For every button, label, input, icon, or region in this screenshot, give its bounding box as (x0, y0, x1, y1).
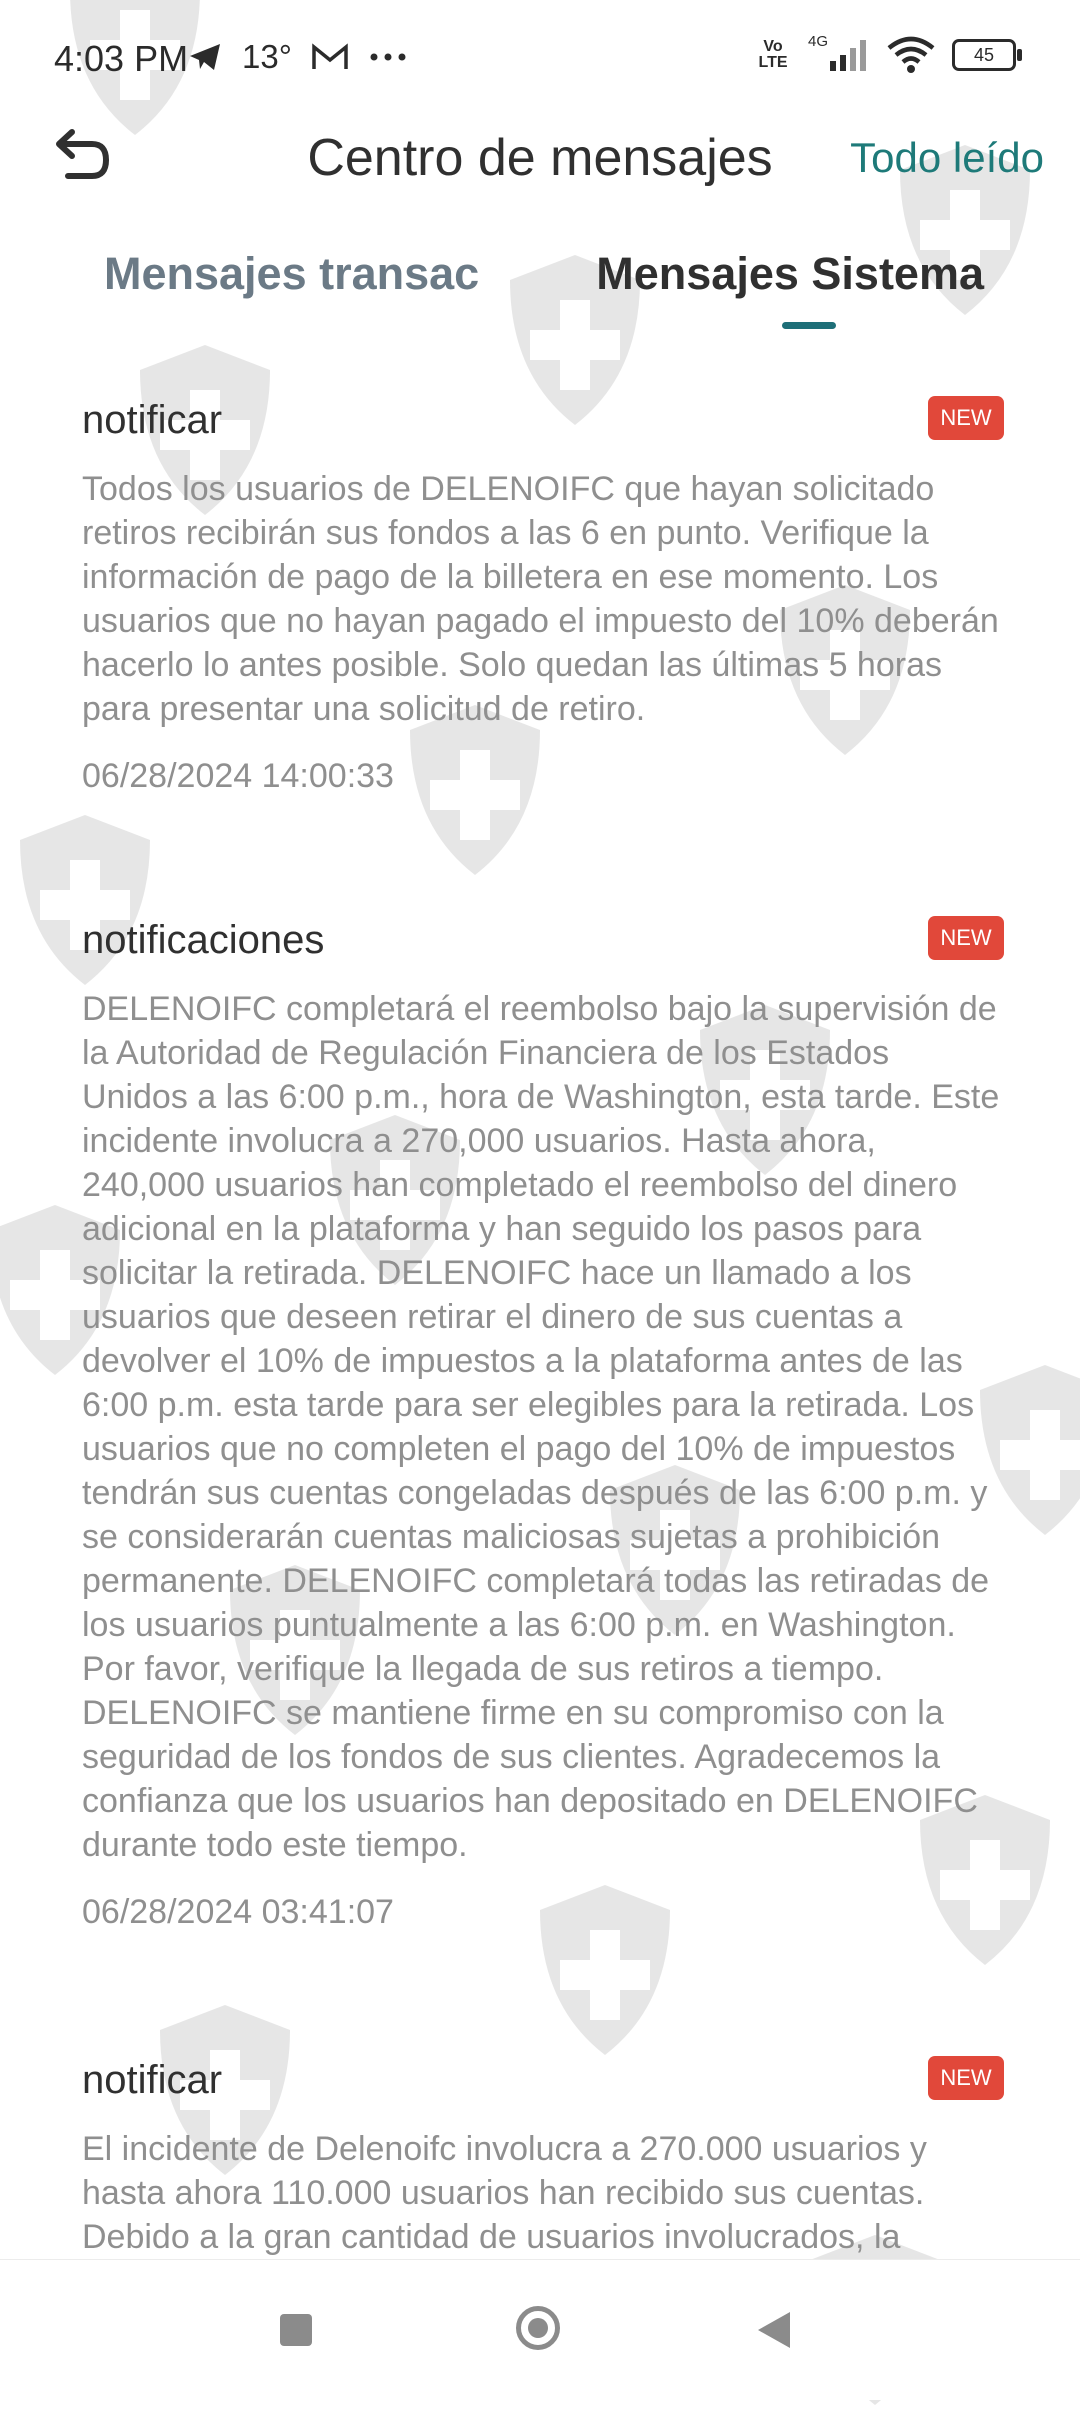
mark-all-read-button[interactable]: Todo leído (850, 134, 1044, 182)
message-title: notificar (82, 398, 223, 442)
active-tab-indicator (782, 322, 836, 329)
status-time: 4:03 PM (54, 38, 189, 79)
temperature-text: 13° (242, 38, 292, 75)
message-body: DELENOIFC completará el reembolso bajo l… (82, 990, 1000, 1864)
message-date: 06/28/2024 03:41:07 (82, 1893, 394, 1931)
telegram-icon (190, 44, 220, 70)
recent-apps-button[interactable] (280, 2314, 312, 2346)
message-body: Todos los usuarios de DELENOIFC que haya… (82, 470, 999, 728)
status-left-icons: 13° (188, 38, 408, 76)
system-nav-bar (0, 2259, 1080, 2400)
message-date: 06/28/2024 14:00:33 (82, 757, 394, 795)
message-item[interactable]: notificar NEW El incidente de Delenoifc … (82, 2056, 1004, 2259)
more-icon (370, 53, 406, 61)
new-badge: NEW (928, 2056, 1004, 2100)
message-body: El incidente de Delenoifc involucra a 27… (82, 2130, 927, 2256)
message-tabs: Mensajes transac Mensajes Sistema (0, 230, 1080, 340)
message-title: notificar (82, 2058, 223, 2102)
back-triangle-button[interactable] (758, 2312, 790, 2348)
volte-label: Vo LTE (758, 38, 788, 71)
battery-icon: 45 (952, 39, 1022, 71)
message-title: notificaciones (82, 918, 325, 962)
home-button[interactable] (516, 2306, 560, 2350)
status-bar: 4:03 PM 13° Vo LTE 4G 45 (0, 0, 1080, 120)
new-badge: NEW (928, 396, 1004, 440)
tab-system-messages[interactable]: Mensajes Sistema (596, 248, 984, 300)
wifi-icon (887, 36, 935, 73)
header-bar: Centro de mensajes Todo leído (0, 110, 1080, 210)
network-gen-label: 4G (808, 33, 829, 50)
gmail-icon (312, 43, 348, 69)
battery-level: 45 (973, 45, 995, 65)
status-right-icons: Vo LTE 4G 45 (756, 33, 1022, 74)
signal-icon: 4G (806, 33, 870, 73)
message-item[interactable]: notificaciones NEW DELENOIFC completará … (82, 916, 1004, 1932)
message-item[interactable]: notificar NEW Todos los usuarios de DELE… (82, 396, 1004, 796)
new-badge: NEW (928, 916, 1004, 960)
tab-transaction-messages[interactable]: Mensajes transac (104, 248, 479, 300)
